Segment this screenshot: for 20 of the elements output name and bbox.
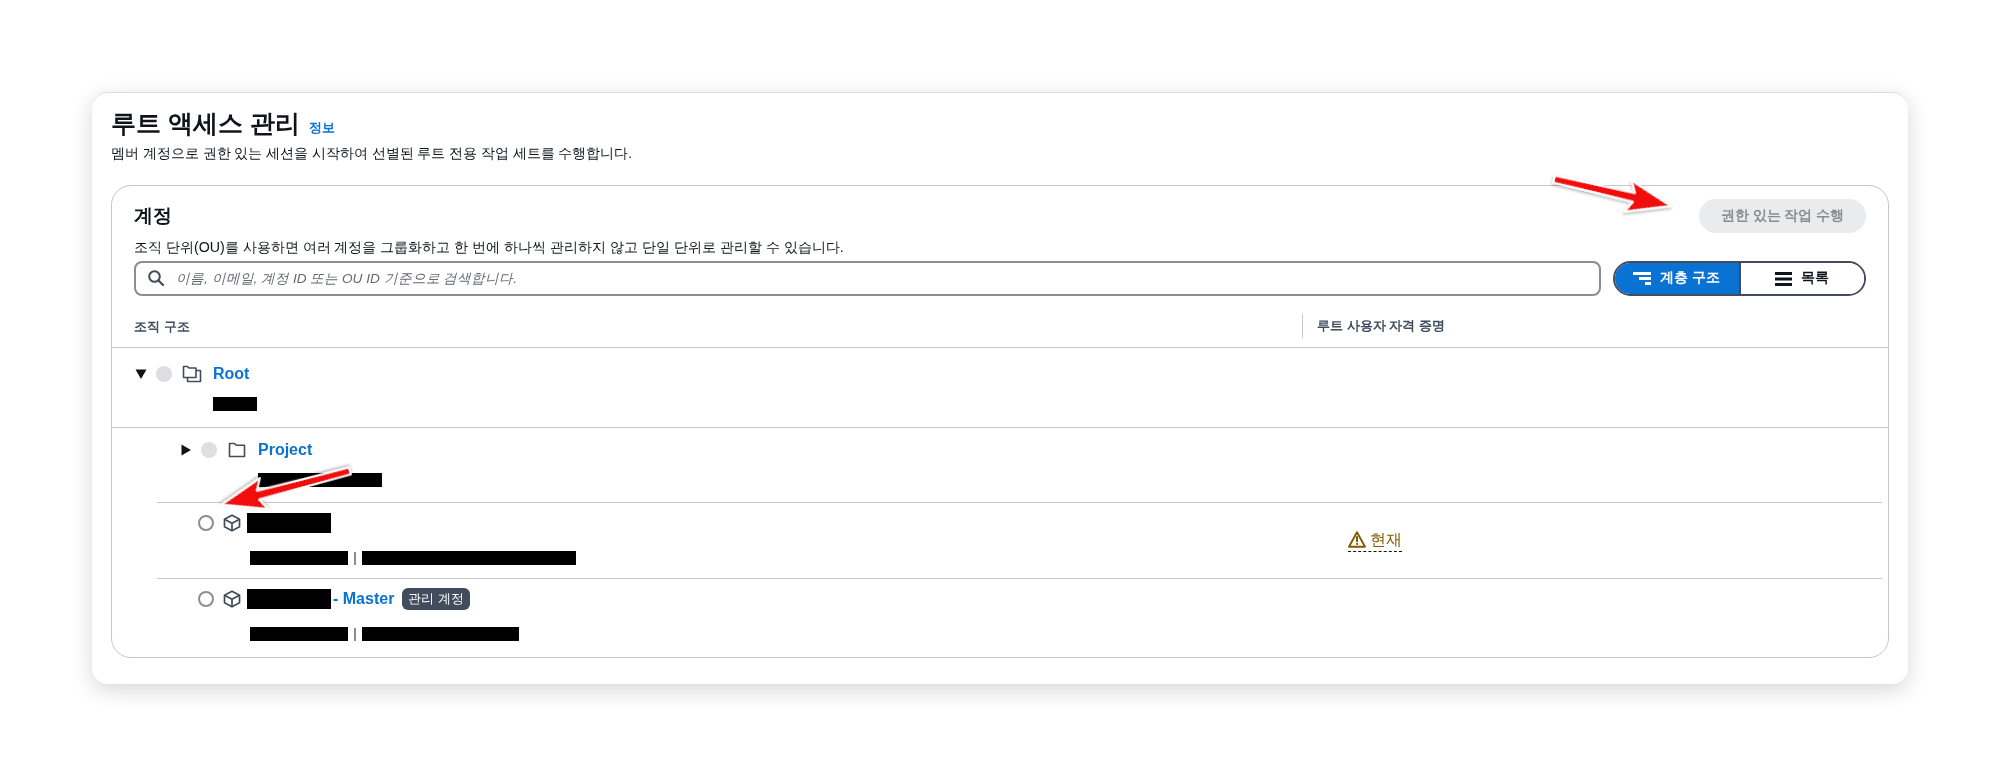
redaction-bar	[213, 397, 257, 411]
warning-icon	[1348, 531, 1366, 548]
cube-icon	[223, 514, 241, 532]
column-header: 루트 사용자 자격 증명	[1317, 316, 1445, 335]
cube-icon	[223, 590, 241, 608]
search-field[interactable]: 이름, 이메일, 계정 ID 또는 OU ID 기준으로 검색합니다.	[134, 261, 1601, 296]
search-icon	[148, 270, 164, 286]
folders-icon	[182, 365, 202, 383]
stepped-bars-icon	[1633, 272, 1652, 285]
list-icon	[1775, 271, 1793, 286]
info-link[interactable]: 정보	[308, 118, 335, 138]
page-description: 멤버 계정으로 권한 있는 세션을 시작하여 선별된 루트 전용 작업 세트를 수행합니다.	[111, 145, 633, 163]
account-badge: 관리 계정	[402, 588, 470, 610]
list-view-button[interactable]: 목록	[1738, 263, 1864, 294]
hierarchy-view-button[interactable]: 계층 구조	[1615, 263, 1739, 294]
page-title: 루트 액세스 관리	[111, 108, 300, 139]
column-header: 조직 구조	[134, 318, 190, 334]
panel-title: 계정	[134, 204, 172, 228]
folder-icon	[228, 442, 246, 458]
panel-description: 조직 단위(OU)를 사용하면 여러 계정을 그룹화하고 한 번에 하나씩 관리하지 않고 단일 단위로 관리할 수 있습니다.	[134, 238, 845, 257]
